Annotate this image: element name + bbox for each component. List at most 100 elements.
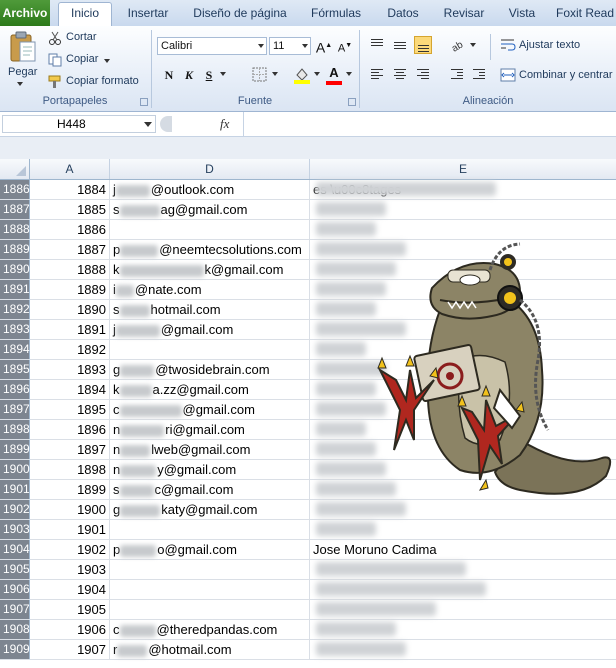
cell-a[interactable]: 1895	[30, 400, 110, 419]
row-header[interactable]: 1897	[0, 400, 30, 419]
cell-d[interactable]	[110, 600, 310, 619]
row-header[interactable]: 1900	[0, 460, 30, 479]
cell-d[interactable]: g katy@gmail.com	[110, 500, 310, 519]
select-all-corner[interactable]	[0, 159, 30, 179]
column-header-d[interactable]: D	[110, 159, 310, 179]
cell-d[interactable]: c @theredpandas.com	[110, 620, 310, 639]
copy-icon[interactable]	[48, 53, 62, 67]
cell-d[interactable]	[110, 580, 310, 599]
cell-e[interactable]: Jose Moruno Cadima	[310, 540, 616, 559]
row-header[interactable]: 1905	[0, 560, 30, 579]
cell-a[interactable]: 1889	[30, 280, 110, 299]
align-center-button[interactable]	[391, 66, 409, 84]
align-top-button[interactable]	[368, 36, 386, 54]
cell-a[interactable]: 1891	[30, 320, 110, 339]
tab-foxit-reader[interactable]: Foxit Read	[556, 3, 616, 25]
fill-color-dropdown-icon[interactable]	[314, 72, 320, 76]
cell-a[interactable]: 1907	[30, 640, 110, 659]
row-header[interactable]: 1890	[0, 260, 30, 279]
cell-d[interactable]: p o@gmail.com	[110, 540, 310, 559]
align-middle-button[interactable]	[391, 36, 409, 54]
paste-icon[interactable]	[8, 30, 38, 64]
font-color-dropdown-icon[interactable]	[346, 72, 352, 76]
clipboard-dialog-launcher-icon[interactable]	[140, 98, 148, 106]
cell-d[interactable]: g @twosidebrain.com	[110, 360, 310, 379]
cell-d[interactable]: s ag@gmail.com	[110, 200, 310, 219]
paste-button[interactable]: Pegar	[8, 66, 37, 78]
cell-a[interactable]: 1899	[30, 480, 110, 499]
text-orientation-icon[interactable]: ab	[450, 37, 468, 53]
cell-a[interactable]: 1906	[30, 620, 110, 639]
merge-center-icon[interactable]	[500, 67, 516, 83]
orientation-dropdown-icon[interactable]	[470, 43, 476, 47]
column-header-a[interactable]: A	[30, 159, 110, 179]
row-header[interactable]: 1892	[0, 300, 30, 319]
row-header[interactable]: 1898	[0, 420, 30, 439]
cell-a[interactable]: 1900	[30, 500, 110, 519]
wrap-text-button[interactable]: Ajustar texto	[519, 39, 580, 51]
cell-a[interactable]: 1897	[30, 440, 110, 459]
cell-a[interactable]: 1892	[30, 340, 110, 359]
tab-formulas[interactable]: Fórmulas	[306, 3, 366, 25]
borders-icon[interactable]	[252, 67, 268, 83]
row-header[interactable]: 1909	[0, 640, 30, 659]
cell-d[interactable]: s c@gmail.com	[110, 480, 310, 499]
increase-indent-button[interactable]	[470, 66, 488, 84]
copy-dropdown-icon[interactable]	[104, 59, 110, 63]
formula-bar-handle[interactable]	[160, 116, 172, 132]
row-header[interactable]: 1894	[0, 340, 30, 359]
row-header[interactable]: 1908	[0, 620, 30, 639]
font-color-button[interactable]: A	[325, 64, 343, 82]
row-header[interactable]: 1887	[0, 200, 30, 219]
cut-icon[interactable]	[48, 31, 62, 45]
cell-a[interactable]: 1902	[30, 540, 110, 559]
name-box-dropdown-icon[interactable]	[144, 122, 152, 127]
underline-button[interactable]: S	[200, 66, 218, 84]
cell-d[interactable]: j @gmail.com	[110, 320, 310, 339]
row-header[interactable]: 1906	[0, 580, 30, 599]
cell-d[interactable]: k a.zz@gmail.com	[110, 380, 310, 399]
wrap-text-icon[interactable]	[500, 37, 516, 53]
cell-a[interactable]: 1887	[30, 240, 110, 259]
format-painter-icon[interactable]	[48, 75, 62, 89]
cell-a[interactable]: 1890	[30, 300, 110, 319]
cell-a[interactable]: 1904	[30, 580, 110, 599]
cell-d[interactable]: k k@gmail.com	[110, 260, 310, 279]
row-header[interactable]: 1893	[0, 320, 30, 339]
shrink-font-button[interactable]: A▼	[336, 37, 354, 55]
font-size-combo[interactable]: 11	[269, 37, 311, 55]
cell-d[interactable]	[110, 520, 310, 539]
cell-a[interactable]: 1886	[30, 220, 110, 239]
cell-a[interactable]: 1905	[30, 600, 110, 619]
italic-button[interactable]: K	[180, 66, 198, 84]
row-header[interactable]: 1902	[0, 500, 30, 519]
align-right-button[interactable]	[414, 66, 432, 84]
formula-input[interactable]	[243, 112, 616, 136]
row-header[interactable]: 1889	[0, 240, 30, 259]
cell-d[interactable]: i @nate.com	[110, 280, 310, 299]
borders-dropdown-icon[interactable]	[272, 72, 278, 76]
cell-d[interactable]: c @gmail.com	[110, 400, 310, 419]
cell-a[interactable]: 1884	[30, 180, 110, 199]
copy-button[interactable]: Copiar	[66, 53, 98, 65]
merge-center-button[interactable]: Combinar y centrar	[519, 69, 613, 81]
cell-d[interactable]: s hotmail.com	[110, 300, 310, 319]
tab-review[interactable]: Revisar	[440, 3, 488, 25]
column-header-e[interactable]: E	[310, 159, 616, 179]
cell-a[interactable]: 1893	[30, 360, 110, 379]
cell-d[interactable]: n ri@gmail.com	[110, 420, 310, 439]
align-left-button[interactable]	[368, 66, 386, 84]
row-header[interactable]: 1901	[0, 480, 30, 499]
font-dialog-launcher-icon[interactable]	[348, 98, 356, 106]
cell-d[interactable]: r @hotmail.com	[110, 640, 310, 659]
cell-d[interactable]: j @outlook.com	[110, 180, 310, 199]
row-header[interactable]: 1903	[0, 520, 30, 539]
cell-a[interactable]: 1898	[30, 460, 110, 479]
cell-d[interactable]	[110, 560, 310, 579]
grow-font-button[interactable]: A▲	[315, 37, 333, 56]
font-name-combo[interactable]: Calibri	[157, 37, 267, 55]
row-header[interactable]: 1896	[0, 380, 30, 399]
name-box[interactable]: H448	[2, 115, 156, 133]
cell-d[interactable]	[110, 340, 310, 359]
tab-file[interactable]: Archivo	[0, 0, 50, 26]
